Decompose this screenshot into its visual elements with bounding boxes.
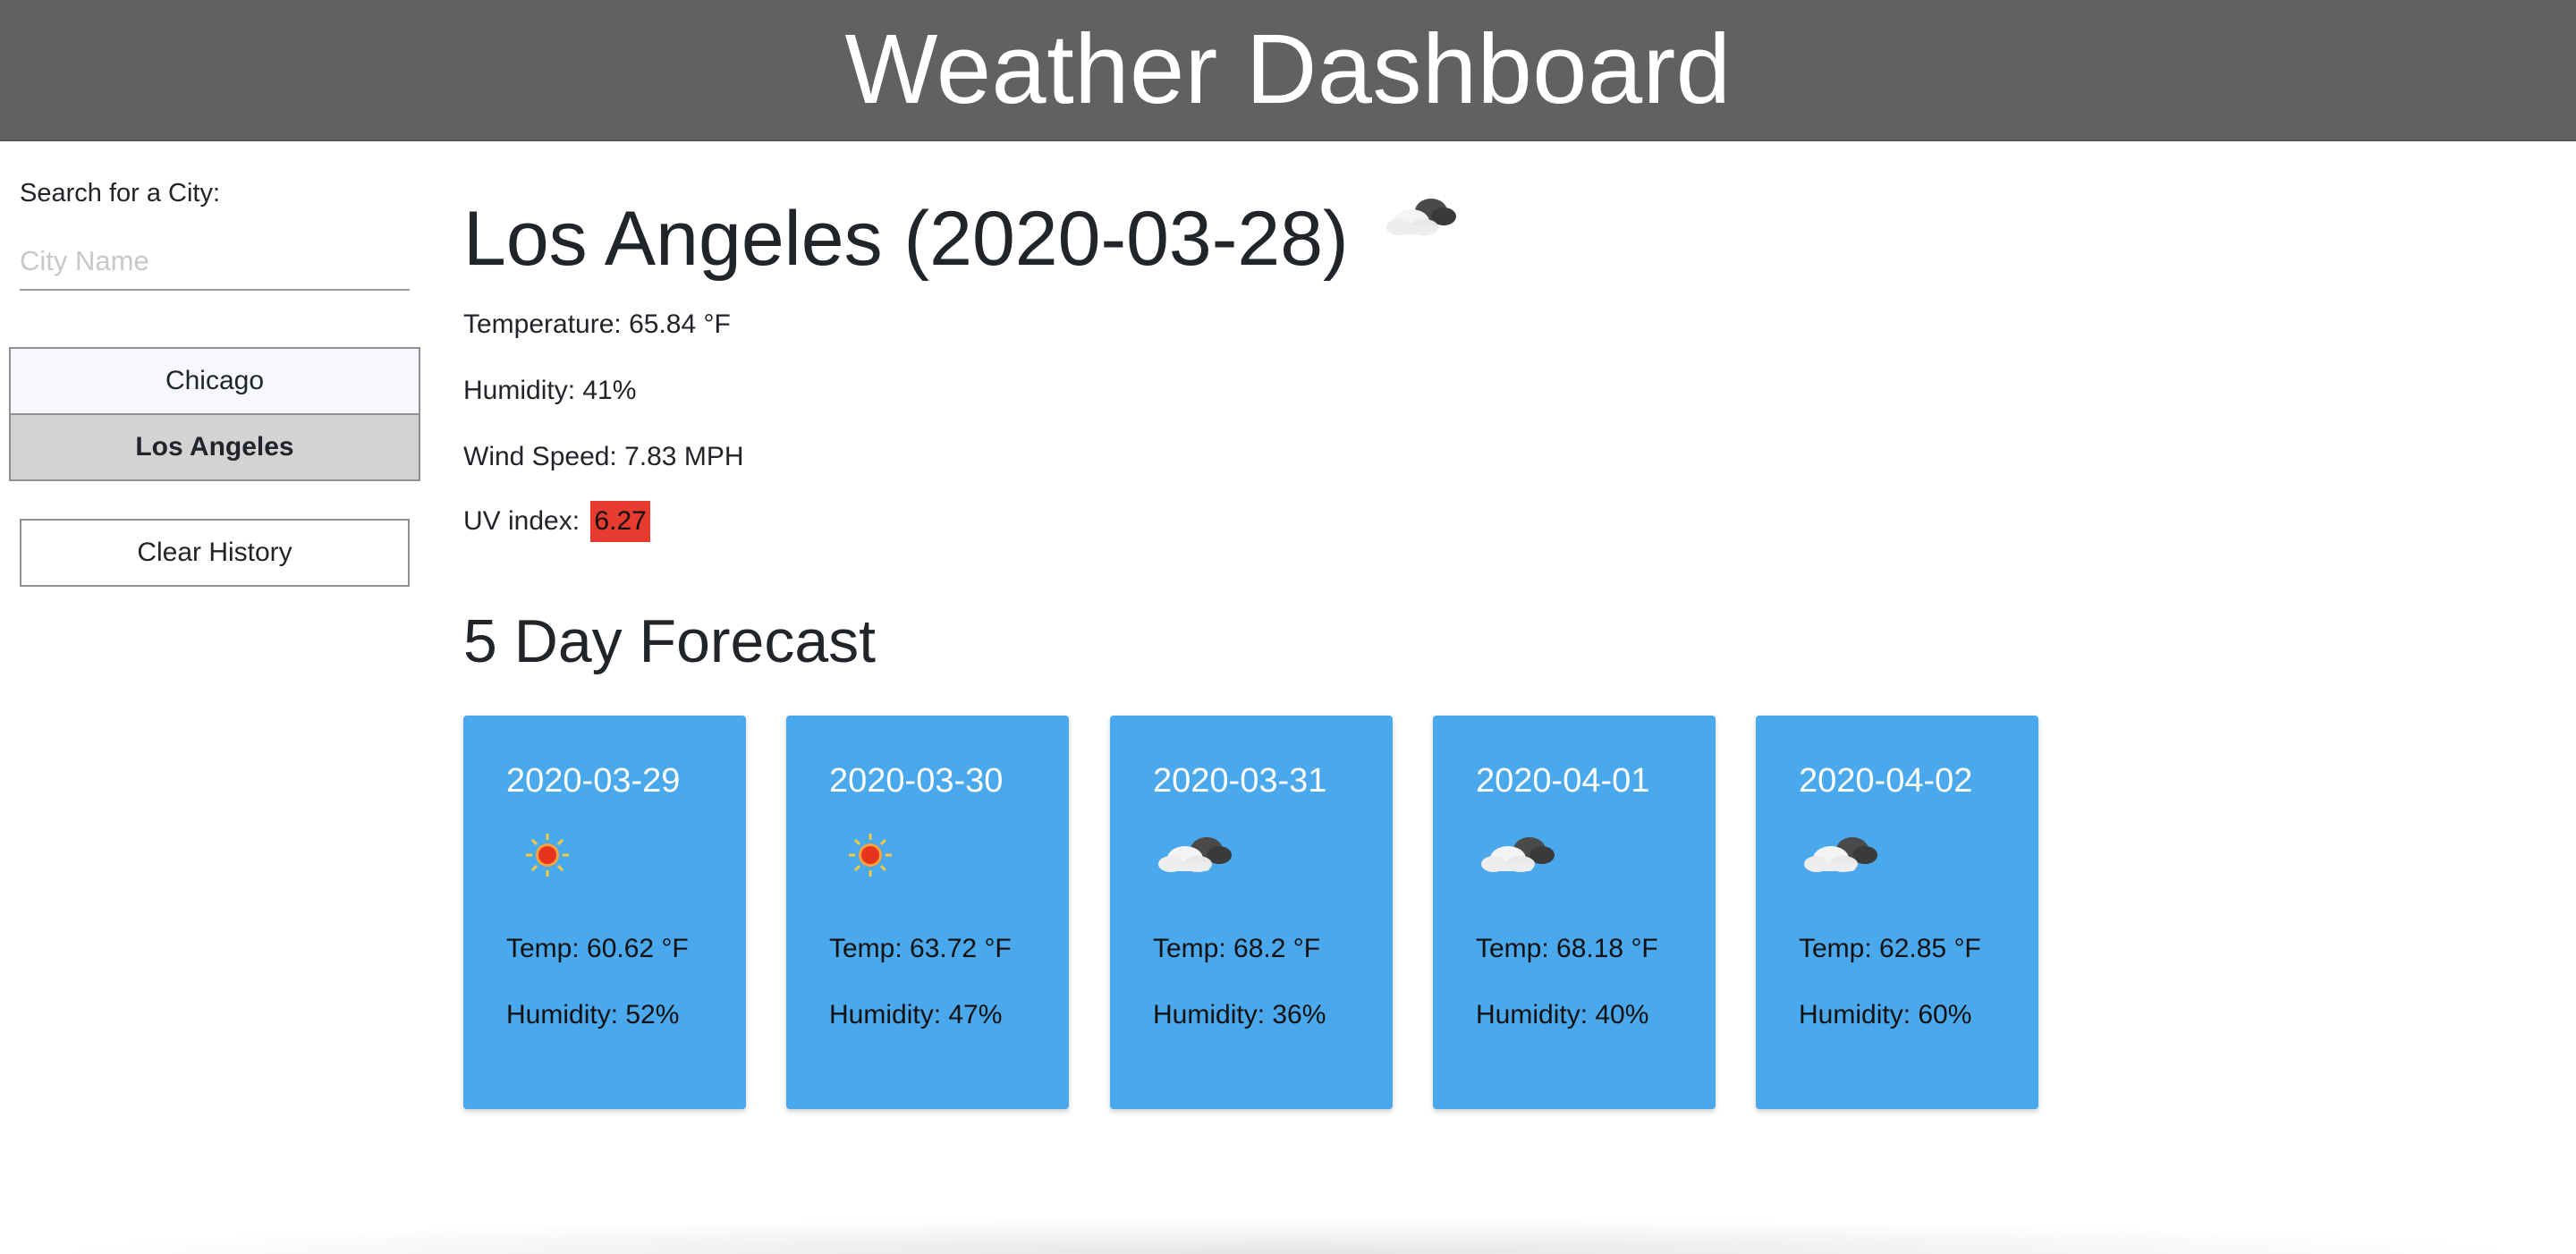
- forecast-date: 2020-03-29: [506, 762, 681, 800]
- current-city-title: Los Angeles (2020-03-28): [463, 196, 1349, 282]
- current-weather-heading: Los Angeles (2020-03-28): [463, 193, 1462, 285]
- current-uv-row: UV index: 6.27: [463, 501, 650, 542]
- cloud-icon: [1481, 837, 1555, 872]
- current-wind-speed: Wind Speed: 7.83 MPH: [463, 442, 744, 471]
- forecast-humidity: Humidity: 40%: [1476, 1000, 1649, 1029]
- history-item-los-angeles[interactable]: Los Angeles: [9, 413, 420, 481]
- forecast-card: 2020-03-31 Temp: 68.2 °F Humidity: 36%: [1110, 716, 1393, 1109]
- forecast-date: 2020-04-02: [1799, 762, 1973, 800]
- forecast-card: 2020-04-02 Temp: 62.85 °F Humidity: 60%: [1756, 716, 2038, 1109]
- forecast-heading: 5 Day Forecast: [463, 607, 877, 675]
- forecast-temp: Temp: 62.85 °F: [1799, 934, 1981, 963]
- forecast-card: 2020-04-01 Temp: 68.18 °F Humidity: 40%: [1433, 716, 1716, 1109]
- forecast-humidity: Humidity: 60%: [1799, 1000, 1972, 1029]
- forecast-card: 2020-03-30 Temp: 63.72 °F Humidity: 47%: [786, 716, 1069, 1109]
- search-history-list: Chicago Los Angeles: [9, 347, 420, 481]
- forecast-date: 2020-03-31: [1153, 762, 1327, 800]
- forecast-temp: Temp: 60.62 °F: [506, 934, 689, 963]
- app-header: Weather Dashboard: [0, 0, 2576, 141]
- current-temperature: Temperature: 65.84 °F: [463, 309, 731, 339]
- forecast-humidity: Humidity: 47%: [829, 1000, 1003, 1029]
- page-title: Weather Dashboard: [844, 14, 1732, 124]
- forecast-date: 2020-03-30: [829, 762, 1004, 800]
- forecast-temp: Temp: 68.18 °F: [1476, 934, 1658, 963]
- sun-icon: [526, 834, 569, 877]
- uv-label: UV index:: [463, 506, 580, 536]
- forecast-humidity: Humidity: 36%: [1153, 1000, 1326, 1029]
- forecast-date: 2020-04-01: [1476, 762, 1650, 800]
- search-label: Search for a City:: [20, 179, 221, 208]
- sun-icon: [849, 834, 892, 877]
- cloud-icon: [1158, 837, 1232, 872]
- history-item-chicago[interactable]: Chicago: [9, 347, 420, 415]
- forecast-cards: 2020-03-29 Temp: 60.62 °F Humidity: 52% …: [463, 716, 2038, 1109]
- cloud-icon: [1385, 199, 1456, 235]
- city-search-input[interactable]: [20, 233, 410, 291]
- forecast-temp: Temp: 63.72 °F: [829, 934, 1012, 963]
- forecast-humidity: Humidity: 52%: [506, 1000, 680, 1029]
- current-humidity: Humidity: 41%: [463, 376, 637, 405]
- forecast-temp: Temp: 68.2 °F: [1153, 934, 1321, 963]
- forecast-card: 2020-03-29 Temp: 60.62 °F Humidity: 52%: [463, 716, 746, 1109]
- page-bottom-shadow: [36, 1218, 2540, 1254]
- uv-index-badge: 6.27: [590, 501, 650, 542]
- clear-history-button[interactable]: Clear History: [20, 519, 410, 587]
- cloud-icon: [1804, 837, 1877, 872]
